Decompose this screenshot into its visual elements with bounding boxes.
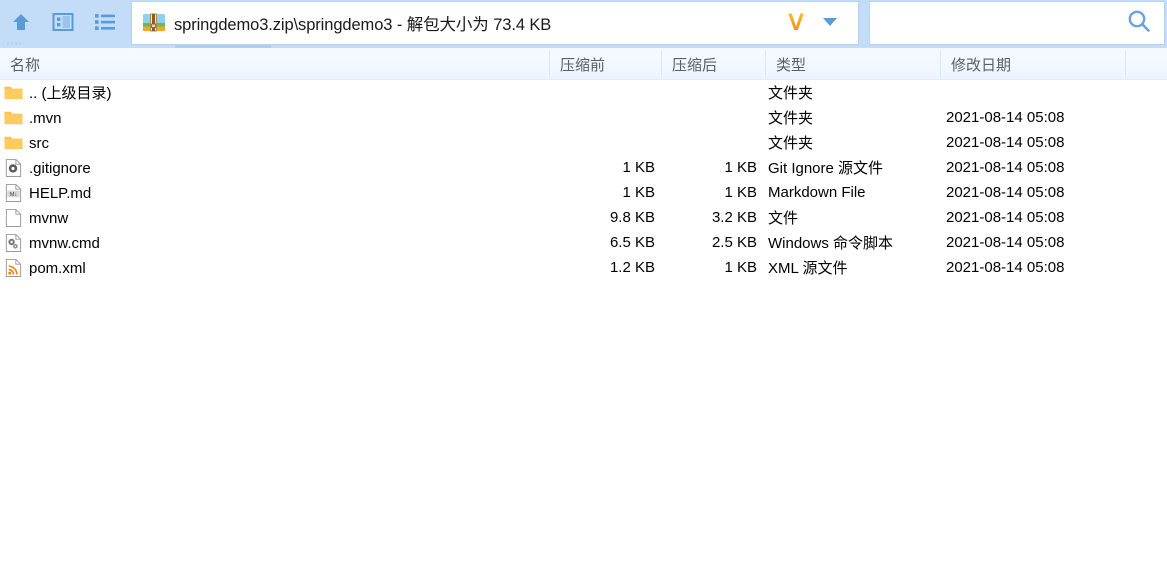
- folder-icon: [4, 108, 23, 127]
- toolbar: springdemo3.zip\springdemo3 - 解包大小为 73.4…: [0, 0, 1167, 48]
- file-type-cell: 文件夹: [768, 135, 814, 152]
- file-date-cell: 2021-08-14 05:08: [946, 234, 1065, 251]
- xml-file-icon: [4, 258, 23, 277]
- file-size-after-cell: 3.2 KB: [711, 209, 757, 226]
- file-type-cell: 文件: [768, 210, 799, 227]
- file-size-before-cell: 1.2 KB: [609, 259, 655, 276]
- file-size-after-cell: 1 KB: [724, 184, 757, 201]
- brand-logo: V: [788, 11, 808, 35]
- file-size-before-cell: 1 KB: [622, 184, 655, 201]
- up-arrow-icon: [10, 11, 32, 33]
- column-header-date[interactable]: 修改日期: [943, 48, 1123, 80]
- script-file-icon: [4, 233, 23, 252]
- table-row[interactable]: .mvn 文件夹 2021-08-14 05:08: [0, 105, 1167, 130]
- file-type-cell: Windows 命令脚本: [768, 235, 894, 252]
- list-view-icon: [94, 12, 116, 32]
- file-name-cell[interactable]: src: [4, 130, 524, 155]
- file-name-label: .gitignore: [29, 159, 91, 177]
- column-divider[interactable]: [549, 50, 550, 78]
- file-date-cell: 2021-08-14 05:08: [946, 259, 1065, 276]
- preview-panel-button[interactable]: [42, 0, 84, 44]
- archive-zip-icon: [142, 11, 166, 35]
- file-date-cell: 2021-08-14 05:08: [946, 134, 1065, 151]
- up-directory-button[interactable]: [0, 0, 42, 44]
- file-name-cell[interactable]: .gitignore: [4, 155, 524, 180]
- table-row[interactable]: HELP.md 1 KB 1 KB Markdown File 2021-08-14 0…: [0, 180, 1167, 205]
- file-size-before-cell: 1 KB: [622, 159, 655, 176]
- column-header-row: 名称 压缩前 压缩后 类型 修改日期: [0, 48, 1167, 80]
- file-size-after-cell: 1 KB: [724, 259, 757, 276]
- file-size-before-cell: 9.8 KB: [609, 209, 655, 226]
- preview-panel-icon: [52, 12, 74, 32]
- folder-icon: [4, 133, 23, 152]
- file-date-cell: 2021-08-14 05:08: [946, 159, 1065, 176]
- column-header-type[interactable]: 类型: [768, 48, 938, 80]
- column-header-pre[interactable]: 压缩前: [552, 48, 660, 80]
- list-view-button[interactable]: [84, 0, 126, 44]
- search-icon[interactable]: [1126, 8, 1152, 39]
- table-row[interactable]: mvnw 9.8 KB 3.2 KB 文件 2021-08-14 05:08: [0, 205, 1167, 230]
- column-header-name[interactable]: 名称: [2, 48, 548, 80]
- file-name-label: mvnw.cmd: [29, 234, 100, 252]
- toolbar-button-group: [0, 0, 130, 44]
- file-size-before-cell: 6.5 KB: [609, 234, 655, 251]
- file-name-cell[interactable]: pom.xml: [4, 255, 524, 280]
- table-row[interactable]: .gitignore 1 KB 1 KB Git Ignore 源文件 2021-08-…: [0, 155, 1167, 180]
- column-divider[interactable]: [940, 50, 941, 78]
- file-size-after-cell: [662, 105, 757, 130]
- column-divider[interactable]: [765, 50, 766, 78]
- file-size-before-cell: [550, 80, 655, 105]
- table-row[interactable]: src 文件夹 2021-08-14 05:08: [0, 130, 1167, 155]
- file-size-before-cell: [550, 130, 655, 155]
- column-divider[interactable]: [661, 50, 662, 78]
- file-name-label: src: [29, 134, 49, 152]
- file-date-cell: 2021-08-14 05:08: [946, 184, 1065, 201]
- file-name-cell[interactable]: mvnw: [4, 205, 524, 230]
- table-row[interactable]: .. (上级目录) 文件夹: [0, 80, 1167, 105]
- markdown-file-icon: [4, 183, 23, 202]
- file-type-cell: 文件夹: [768, 85, 814, 102]
- file-type-cell: Markdown File: [768, 184, 866, 201]
- file-size-after-cell: [662, 80, 757, 105]
- file-size-before-cell: [550, 105, 655, 130]
- search-box[interactable]: [869, 1, 1165, 45]
- folder-icon: [4, 83, 23, 102]
- file-type-cell: 文件夹: [768, 110, 814, 127]
- search-input[interactable]: [870, 8, 1126, 38]
- archive-path-field[interactable]: springdemo3.zip\springdemo3 - 解包大小为 73.4…: [131, 1, 859, 45]
- file-name-cell[interactable]: .. (上级目录): [4, 80, 524, 105]
- file-name-label: HELP.md: [29, 184, 92, 202]
- file-date-cell: [946, 80, 1126, 105]
- column-divider[interactable]: [1125, 50, 1126, 78]
- file-size-after-cell: [662, 130, 757, 155]
- table-row[interactable]: pom.xml 1.2 KB 1 KB XML 源文件 2021-08-14 05:08: [0, 255, 1167, 280]
- file-type-cell: XML 源文件: [768, 260, 848, 277]
- file-size-after-cell: 2.5 KB: [711, 234, 757, 251]
- gear-file-icon: [4, 158, 23, 177]
- file-name-label: mvnw: [29, 209, 69, 227]
- archive-title-text: springdemo3.zip\springdemo3 - 解包大小为 73.4…: [174, 16, 552, 34]
- file-date-cell: 2021-08-14 05:08: [946, 109, 1065, 126]
- blank-file-icon: [4, 208, 23, 227]
- file-date-cell: 2021-08-14 05:08: [946, 209, 1065, 226]
- toolbar-dotted-artifact: [7, 42, 21, 45]
- column-header-post[interactable]: 压缩后: [664, 48, 764, 80]
- chevron-down-icon[interactable]: [822, 14, 838, 32]
- file-name-cell[interactable]: HELP.md: [4, 180, 524, 205]
- file-list: .. (上级目录) 文件夹 .mvn 文件夹 2021-08-14 05:08 src 文件…: [0, 80, 1167, 572]
- file-name-label: .mvn: [29, 109, 62, 127]
- file-name-label: pom.xml: [29, 259, 86, 277]
- file-name-label: .. (上级目录): [29, 84, 112, 102]
- table-row[interactable]: mvnw.cmd 6.5 KB 2.5 KB Windows 命令脚本 2021-08-…: [0, 230, 1167, 255]
- file-name-cell[interactable]: .mvn: [4, 105, 524, 130]
- file-name-cell[interactable]: mvnw.cmd: [4, 230, 524, 255]
- file-size-after-cell: 1 KB: [724, 159, 757, 176]
- file-type-cell: Git Ignore 源文件: [768, 160, 884, 177]
